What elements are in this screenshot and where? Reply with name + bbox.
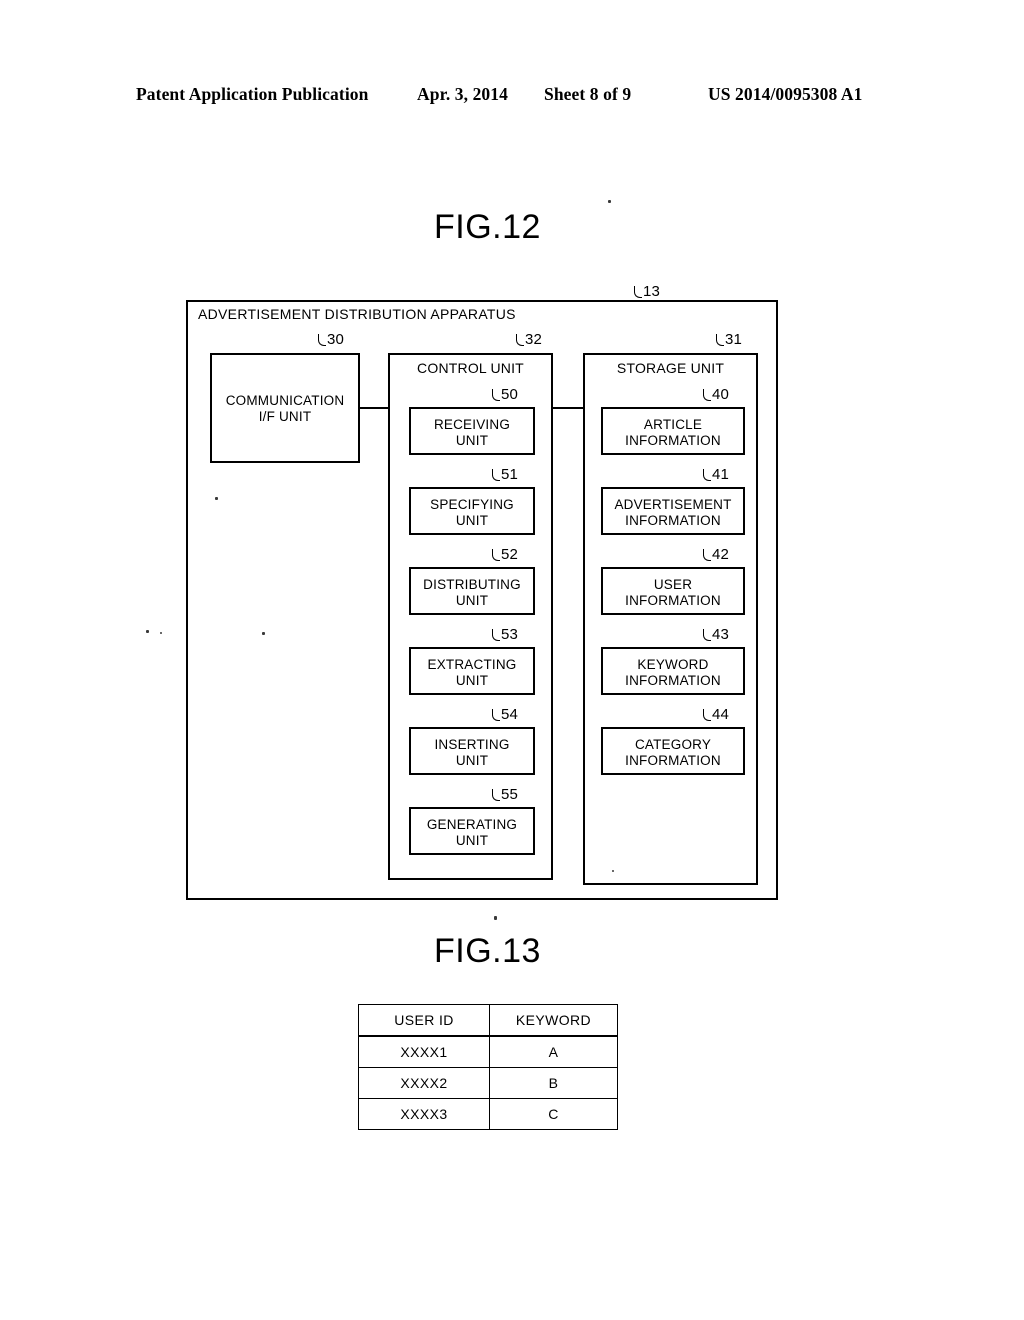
figure-12-title: FIG.12 — [434, 208, 541, 246]
cell-keyword: C — [489, 1098, 618, 1130]
reference-numeral-31: 31 — [716, 331, 742, 348]
leader-hook-icon — [492, 629, 500, 641]
table-row: XXXX2 B — [358, 1067, 618, 1099]
generating-unit-label: GENERATING UNIT — [426, 817, 518, 848]
communication-if-unit-box: COMMUNICATION I/F UNIT — [210, 353, 360, 463]
cell-user-id: XXXX1 — [358, 1035, 490, 1068]
cell-keyword: B — [489, 1067, 618, 1099]
reference-numeral-43: 43 — [703, 626, 729, 643]
receiving-unit-box: RECEIVING UNIT — [409, 407, 535, 455]
specifying-unit-label: SPECIFYING UNIT — [430, 497, 514, 528]
figure-13-title: FIG.13 — [434, 932, 541, 970]
reference-numeral-55: 55 — [492, 786, 518, 803]
leader-hook-icon — [492, 789, 500, 801]
reference-numeral-44: 44 — [703, 706, 729, 723]
cell-keyword: A — [489, 1035, 618, 1068]
reference-numeral-51: 51 — [492, 466, 518, 483]
leader-hook-icon — [703, 469, 711, 481]
reference-numeral-13: 13 — [634, 283, 660, 300]
user-information-box: USER INFORMATION — [601, 567, 745, 615]
extracting-unit-label: EXTRACTING UNIT — [427, 657, 517, 688]
leader-hook-icon — [492, 469, 500, 481]
article-information-box: ARTICLE INFORMATION — [601, 407, 745, 455]
leader-hook-icon — [703, 549, 711, 561]
inserting-unit-box: INSERTING UNIT — [409, 727, 535, 775]
reference-numeral-50: 50 — [492, 386, 518, 403]
inserting-unit-label: INSERTING UNIT — [434, 737, 510, 768]
advertisement-information-label: ADVERTISEMENT INFORMATION — [614, 497, 732, 528]
control-unit-label: CONTROL UNIT — [417, 360, 524, 376]
connector-control-to-storage — [553, 407, 583, 409]
leader-hook-icon — [703, 709, 711, 721]
scan-artifact — [215, 497, 218, 500]
leader-hook-icon — [516, 334, 524, 346]
leader-hook-icon — [492, 389, 500, 401]
leader-hook-icon — [716, 334, 724, 346]
leader-hook-icon — [318, 334, 326, 346]
leader-hook-icon — [703, 629, 711, 641]
user-information-label: USER INFORMATION — [625, 577, 721, 608]
article-information-label: ARTICLE INFORMATION — [625, 417, 721, 448]
reference-numeral-30: 30 — [318, 331, 344, 348]
table-header-row: USER ID KEYWORD — [358, 1004, 618, 1037]
page-header: Patent Application Publication Apr. 3, 2… — [0, 84, 1024, 110]
leader-hook-icon — [634, 286, 642, 298]
leader-hook-icon — [492, 549, 500, 561]
scan-artifact — [608, 200, 611, 203]
keyword-information-box: KEYWORD INFORMATION — [601, 647, 745, 695]
scan-artifact — [262, 632, 265, 635]
apparatus-title: ADVERTISEMENT DISTRIBUTION APPARATUS — [198, 306, 516, 322]
column-header-keyword: KEYWORD — [489, 1004, 618, 1037]
specifying-unit-box: SPECIFYING UNIT — [409, 487, 535, 535]
keyword-information-label: KEYWORD INFORMATION — [625, 657, 721, 688]
leader-hook-icon — [703, 389, 711, 401]
reference-numeral-42: 42 — [703, 546, 729, 563]
leader-hook-icon — [492, 709, 500, 721]
category-information-label: CATEGORY INFORMATION — [625, 737, 721, 768]
cell-user-id: XXXX2 — [358, 1067, 490, 1099]
reference-numeral-32: 32 — [516, 331, 542, 348]
table-row: XXXX3 C — [358, 1098, 618, 1130]
category-information-box: CATEGORY INFORMATION — [601, 727, 745, 775]
scan-artifact — [494, 916, 497, 920]
reference-numeral-41: 41 — [703, 466, 729, 483]
scan-artifact — [146, 630, 149, 633]
receiving-unit-label: RECEIVING UNIT — [433, 417, 511, 448]
distributing-unit-label: DISTRIBUTING UNIT — [423, 577, 521, 608]
patent-number: US 2014/0095308 A1 — [708, 84, 863, 104]
sheet-number: Sheet 8 of 9 — [544, 84, 632, 104]
extracting-unit-box: EXTRACTING UNIT — [409, 647, 535, 695]
control-unit-box: CONTROL UNIT RECEIVING UNIT SPECIFYING U… — [388, 353, 553, 880]
scan-artifact — [612, 870, 614, 872]
advertisement-information-box: ADVERTISEMENT INFORMATION — [601, 487, 745, 535]
reference-numeral-54: 54 — [492, 706, 518, 723]
reference-numeral-53: 53 — [492, 626, 518, 643]
keyword-information-table: USER ID KEYWORD XXXX1 A XXXX2 B XXXX3 C — [358, 1004, 618, 1130]
distributing-unit-box: DISTRIBUTING UNIT — [409, 567, 535, 615]
column-header-user-id: USER ID — [358, 1004, 490, 1037]
cell-user-id: XXXX3 — [358, 1098, 490, 1130]
generating-unit-box: GENERATING UNIT — [409, 807, 535, 855]
connector-comm-to-control — [360, 407, 388, 409]
storage-unit-label: STORAGE UNIT — [616, 360, 725, 376]
reference-numeral-52: 52 — [492, 546, 518, 563]
publication-date: Apr. 3, 2014 — [417, 84, 508, 104]
reference-numeral-40: 40 — [703, 386, 729, 403]
scan-artifact — [160, 632, 162, 634]
publication-label: Patent Application Publication — [136, 84, 369, 104]
communication-if-unit-label: COMMUNICATION I/F UNIT — [225, 393, 345, 424]
table-row: XXXX1 A — [358, 1035, 618, 1068]
storage-unit-box: STORAGE UNIT ARTICLE INFORMATION ADVERTI… — [583, 353, 758, 885]
